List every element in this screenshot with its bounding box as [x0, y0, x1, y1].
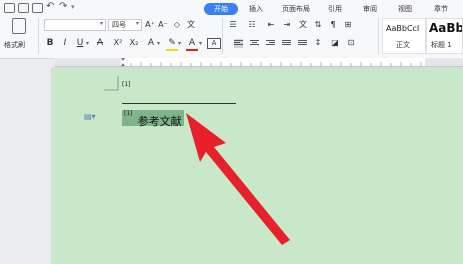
strikethrough-icon[interactable]: A: [95, 37, 105, 49]
pinyin-guide-icon[interactable]: 文: [185, 19, 197, 31]
underline-icon[interactable]: U: [75, 37, 85, 49]
distribute-icon[interactable]: [298, 39, 307, 48]
format-painter-button[interactable]: 格式刷: [4, 40, 25, 50]
line-spacing-icon[interactable]: ↕: [313, 37, 323, 49]
separator: [38, 18, 39, 54]
separator: [378, 18, 379, 54]
font-name-select[interactable]: [44, 19, 106, 31]
align-center-icon[interactable]: [250, 39, 259, 48]
chevron-down-icon[interactable]: ▾: [178, 40, 181, 47]
selected-reference-line[interactable]: [1] 参考文献: [122, 110, 184, 128]
tab-references[interactable]: 引用: [322, 3, 348, 15]
bold-icon[interactable]: B: [45, 37, 55, 49]
redo-icon[interactable]: ↷: [59, 1, 67, 12]
show-marks-icon[interactable]: ¶: [328, 19, 338, 31]
chevron-down-icon[interactable]: ▾: [71, 3, 75, 11]
reference-marker: [1]: [124, 110, 133, 117]
style-heading-1[interactable]: AaBb 标题 1: [426, 18, 463, 54]
style-preview: AaBbCcI: [386, 24, 420, 33]
chevron-down-icon: ▾: [136, 20, 140, 27]
italic-icon[interactable]: I: [60, 37, 70, 49]
shading-icon[interactable]: ◪: [330, 37, 340, 49]
chinese-layout-icon[interactable]: 文: [298, 19, 308, 31]
chevron-down-icon[interactable]: ▾: [157, 40, 160, 47]
para-settings-icon[interactable]: ⊞: [343, 19, 353, 31]
decrease-indent-icon[interactable]: ⇤: [266, 19, 276, 31]
align-left-icon[interactable]: [234, 39, 243, 48]
chevron-down-icon[interactable]: ▾: [199, 40, 202, 47]
char-border-icon[interactable]: A: [207, 38, 221, 49]
justify-icon[interactable]: [282, 39, 291, 48]
font-color-icon[interactable]: A: [186, 37, 198, 51]
sort-icon[interactable]: ⇅: [313, 19, 323, 31]
tab-home[interactable]: 开始: [204, 3, 238, 15]
reference-text: 参考文献: [137, 115, 182, 128]
margin-corner-mark: [104, 76, 119, 91]
increase-indent-icon[interactable]: ⇥: [282, 19, 292, 31]
borders-icon[interactable]: ⊡: [346, 37, 356, 49]
style-normal[interactable]: AaBbCcI 正文: [382, 18, 426, 54]
highlight-icon[interactable]: ✎: [166, 37, 178, 51]
tab-page-layout[interactable]: 页面布局: [277, 3, 315, 15]
tab-review[interactable]: 审阅: [357, 3, 383, 15]
horizontal-ruler[interactable]: [55, 58, 463, 67]
grow-font-icon[interactable]: A⁺: [144, 19, 156, 31]
footnote-separator: [122, 103, 236, 104]
print-preview-icon[interactable]: [32, 3, 43, 13]
style-label: 标题 1: [431, 41, 452, 49]
numbered-list-icon[interactable]: ☷: [247, 19, 257, 31]
chevron-down-icon[interactable]: ▾: [86, 40, 89, 47]
ruler-ticks: [55, 58, 463, 66]
clear-format-icon[interactable]: ◇: [171, 19, 183, 31]
bullet-list-icon[interactable]: ☰: [228, 19, 238, 31]
style-preview: AaBb: [429, 21, 463, 35]
paragraph-layout-icon[interactable]: ▤▾: [84, 112, 96, 121]
style-label: 正文: [396, 41, 410, 49]
chevron-down-icon: ▾: [100, 20, 104, 27]
separator: [222, 18, 223, 54]
text-effect-icon[interactable]: A: [145, 37, 157, 49]
footnote-marker: [1]: [122, 81, 131, 88]
print-icon[interactable]: [18, 3, 29, 13]
superscript-icon[interactable]: X²: [111, 37, 125, 49]
paste-icon[interactable]: [12, 18, 26, 34]
tab-insert[interactable]: 插入: [243, 3, 269, 15]
subscript-icon[interactable]: X₂: [127, 37, 141, 49]
align-right-icon[interactable]: [266, 39, 275, 48]
document-page[interactable]: [1] ▤▾ [1] 参考文献: [52, 68, 463, 264]
shrink-font-icon[interactable]: A⁻: [157, 19, 169, 31]
undo-icon[interactable]: ↶: [46, 1, 54, 12]
ribbon-toolbar: ↶ ↷ ▾ 开始 插入 页面布局 引用 审阅 视图 章节 格式刷 ▾ 四号 ▾ …: [0, 0, 463, 59]
save-icon[interactable]: [4, 3, 15, 13]
tab-chapter[interactable]: 章节: [426, 3, 456, 15]
tab-view[interactable]: 视图: [392, 3, 418, 15]
